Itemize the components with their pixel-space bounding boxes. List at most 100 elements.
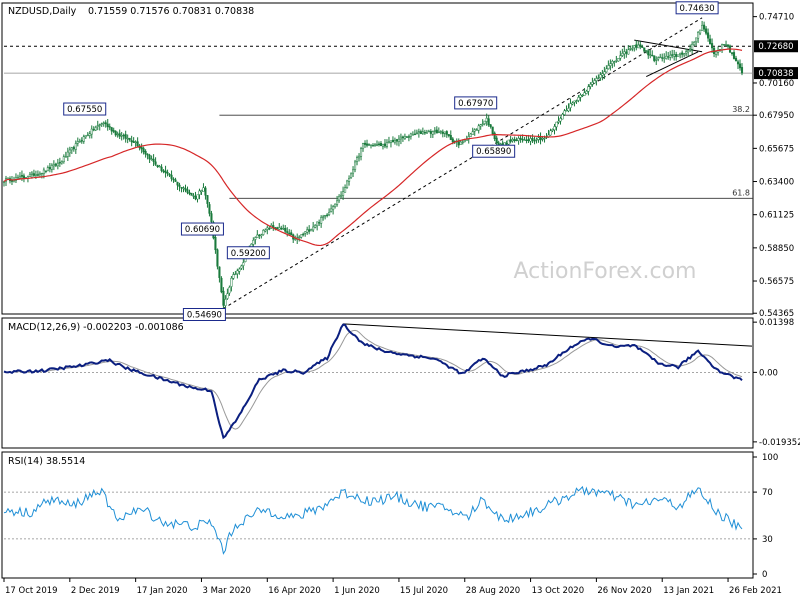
candle-body xyxy=(32,173,35,176)
candle-body xyxy=(417,131,420,134)
candle-body xyxy=(102,122,105,124)
candle-body xyxy=(647,50,650,56)
candle-body xyxy=(72,147,75,150)
candle-body xyxy=(463,140,466,142)
candle-body xyxy=(236,270,239,275)
candle-body xyxy=(677,54,680,57)
candle-body xyxy=(176,181,179,186)
rsi-tick-label: 70 xyxy=(762,488,773,498)
candle-body xyxy=(439,130,442,133)
candle-body xyxy=(603,71,606,75)
candle-body xyxy=(461,141,464,144)
candle-body xyxy=(521,138,524,141)
symbol-label: NZDUSD,Daily xyxy=(8,6,77,17)
candle-body xyxy=(730,52,734,54)
candle-body xyxy=(118,133,121,137)
candle-body xyxy=(90,128,93,135)
candle-body xyxy=(106,123,109,128)
candle-body xyxy=(182,187,185,189)
candle-body xyxy=(340,194,343,197)
candle-body xyxy=(419,131,422,134)
candle-body xyxy=(68,149,71,154)
candle-body xyxy=(381,143,385,147)
candle-body xyxy=(166,172,169,174)
candle-body xyxy=(569,103,572,108)
candle-body xyxy=(148,155,151,160)
candle-body xyxy=(447,134,450,136)
candle-body xyxy=(459,141,462,145)
candle-body xyxy=(581,94,584,97)
candle-body xyxy=(579,94,582,98)
candle-body xyxy=(136,141,139,147)
candle-body xyxy=(334,203,337,207)
candle-body xyxy=(224,299,227,306)
candle-body xyxy=(50,165,53,170)
candle-body xyxy=(415,132,418,135)
candle-body xyxy=(411,134,414,136)
date-tick-label: 3 Mar 2020 xyxy=(202,586,250,596)
candle-body xyxy=(441,131,444,134)
price-tick-label: 0.56575 xyxy=(759,277,794,287)
candle-body xyxy=(88,133,91,136)
candle-body xyxy=(531,138,534,141)
candle-body xyxy=(517,138,520,141)
candle-body xyxy=(206,195,209,204)
candle-body xyxy=(589,84,592,87)
candle-body xyxy=(631,48,634,50)
candle-body xyxy=(605,68,608,73)
candle-body xyxy=(699,29,702,34)
price-tick-label: 0.63400 xyxy=(759,178,794,188)
candle-body xyxy=(679,53,682,55)
macd-tick-label: 0.01398 xyxy=(759,318,794,328)
candle-body xyxy=(527,139,530,141)
candle-body xyxy=(383,143,387,147)
candle-body xyxy=(326,214,329,216)
fib-level-label: 61.8 xyxy=(732,188,750,197)
candle-body xyxy=(601,73,604,76)
candle-body xyxy=(429,131,432,134)
date-tick-label: 1 Jun 2020 xyxy=(334,586,380,596)
candle-body xyxy=(375,144,379,146)
candle-body xyxy=(535,139,538,141)
candle-body xyxy=(146,153,149,156)
candle-body xyxy=(168,174,171,176)
candle-body xyxy=(724,44,728,46)
candle-body xyxy=(330,208,333,212)
candle-body xyxy=(278,227,281,230)
candle-body xyxy=(477,125,480,131)
candle-body xyxy=(451,138,454,143)
candle-body xyxy=(240,265,243,269)
candle-body xyxy=(391,139,394,142)
price-annotation-label: 0.67970 xyxy=(458,99,493,109)
candle-body xyxy=(282,227,285,230)
candle-body xyxy=(689,48,692,51)
candle-body xyxy=(70,147,73,151)
date-tick-label: 13 Oct 2020 xyxy=(532,586,585,596)
candle-body xyxy=(114,131,117,136)
candle-body xyxy=(154,161,157,165)
candle-body xyxy=(367,144,371,146)
candle-body xyxy=(174,179,177,182)
candle-body xyxy=(395,139,398,142)
candle-body xyxy=(491,126,494,135)
candle-body xyxy=(469,133,472,137)
candle-body xyxy=(405,136,408,138)
candle-body xyxy=(487,118,490,126)
candle-body xyxy=(423,131,426,134)
candle-body xyxy=(108,126,111,128)
candle-body xyxy=(613,61,616,63)
price-tick-label: 0.65675 xyxy=(759,144,794,154)
candle-body xyxy=(732,52,736,59)
candle-body xyxy=(565,109,568,112)
candle-body xyxy=(449,135,452,140)
candle-body xyxy=(226,293,229,299)
candle-body xyxy=(473,129,476,132)
candle-body xyxy=(697,31,700,39)
candle-body xyxy=(397,138,400,142)
candle-body xyxy=(162,170,165,172)
candle-body xyxy=(551,129,554,131)
candle-body xyxy=(619,55,622,59)
candle-body xyxy=(413,133,416,136)
candle-body xyxy=(359,148,363,157)
date-tick-label: 2 Dec 2019 xyxy=(71,586,120,596)
